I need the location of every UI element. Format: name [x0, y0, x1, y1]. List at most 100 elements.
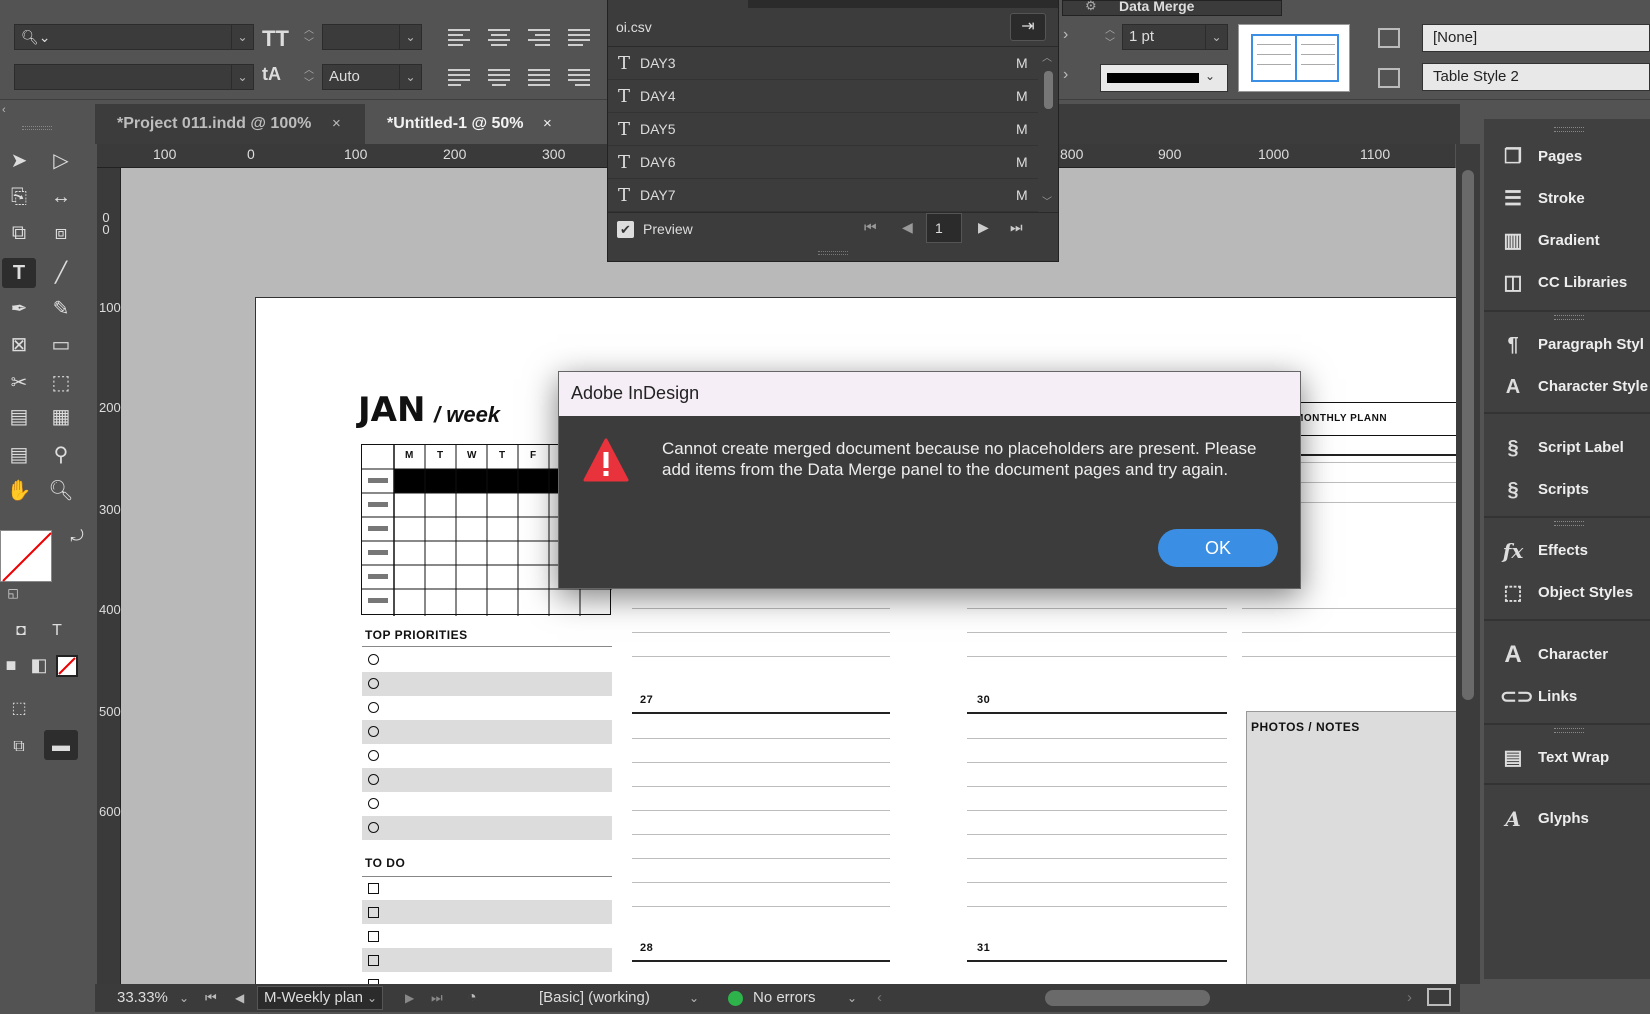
leading-field[interactable]: Auto ⌄ — [322, 64, 422, 90]
priority-checkbox[interactable] — [368, 798, 379, 809]
todo-checkbox[interactable] — [368, 883, 379, 894]
tab-project-011[interactable]: *Project 011.indd @ 100% × — [95, 104, 365, 144]
record-number-field[interactable]: 1 — [926, 213, 962, 243]
create-merged-document-icon[interactable]: ⇥ — [1010, 13, 1046, 41]
close-icon[interactable]: × — [543, 104, 552, 144]
table-cell-proxy[interactable] — [1238, 24, 1350, 92]
apply-gradient-icon[interactable]: ◧ — [22, 650, 56, 680]
priority-checkbox[interactable] — [368, 774, 379, 785]
priority-checkbox[interactable] — [368, 822, 379, 833]
align-towards-spine-icon[interactable] — [568, 26, 590, 49]
data-field-row[interactable]: T DAY3 M — [608, 47, 1038, 80]
preview-checkbox[interactable]: ✔ — [617, 221, 634, 238]
error-count[interactable]: No errors — [753, 984, 816, 1012]
table-style-dropdown[interactable]: Table Style 2 — [1422, 63, 1650, 91]
stroke-weight-stepper[interactable]: ︿ ﹀ — [1100, 24, 1120, 52]
edit-in-layout-icon[interactable]: ⧉ — [2, 732, 36, 762]
line-tool-icon[interactable]: ╱ — [44, 258, 78, 288]
fill-swatch[interactable] — [0, 530, 52, 582]
font-size-stepper[interactable]: ︿ ﹀ — [298, 24, 320, 52]
chevron-down-icon[interactable]: ⌄ — [1205, 25, 1227, 49]
panel-effects[interactable]: fx Effects — [1484, 533, 1650, 569]
type-tool-icon[interactable]: T — [2, 258, 36, 288]
close-icon[interactable]: × — [332, 104, 341, 144]
todo-checkbox[interactable] — [368, 955, 379, 966]
chevron-right-icon[interactable]: › — [1063, 26, 1068, 44]
chevron-down-icon[interactable]: ⌄ — [847, 984, 857, 1012]
align-left-icon[interactable] — [448, 26, 470, 49]
justify-all-icon[interactable] — [528, 66, 550, 89]
chevron-down-icon[interactable]: ⌄ — [367, 984, 377, 1012]
last-page-icon[interactable]: ⏭ — [431, 984, 443, 1012]
priority-checkbox[interactable] — [368, 726, 379, 737]
priority-checkbox[interactable] — [368, 654, 379, 665]
zoom-level[interactable]: 33.33% — [117, 984, 168, 1012]
apply-none-icon[interactable] — [56, 655, 78, 677]
data-field-row[interactable]: T DAY7 M — [608, 179, 1038, 212]
previous-page-icon[interactable]: ◀ — [235, 984, 244, 1012]
chevron-up-icon[interactable]: ︿ — [1042, 49, 1052, 64]
panel-character[interactable]: A Character — [1484, 637, 1650, 673]
font-size-field[interactable]: ⌄ — [322, 24, 422, 50]
panel-character-styles[interactable]: A Character Style — [1484, 369, 1650, 405]
align-away-spine-icon[interactable] — [568, 66, 590, 89]
open-page-icon[interactable]: ◔ — [467, 984, 477, 1012]
priority-checkbox[interactable] — [368, 750, 379, 761]
scroll-right-icon[interactable]: › — [1407, 984, 1412, 1012]
panel-links[interactable]: ⊂⊃ Links — [1484, 679, 1650, 715]
preview-mode-icon[interactable]: ▬ — [44, 730, 78, 760]
scissors-tool-icon[interactable]: ✂ — [2, 368, 36, 398]
priority-checkbox[interactable] — [368, 702, 379, 713]
rectangle-tool-icon[interactable]: ▭ — [44, 330, 78, 360]
chevron-down-icon[interactable]: ⌄ — [231, 65, 253, 89]
zoom-tool-icon[interactable]: 🔍︎ — [44, 476, 78, 506]
preflight-profile[interactable]: [Basic] (working) — [539, 984, 650, 1012]
panel-paragraph-styles[interactable]: ¶ Paragraph Styl — [1484, 327, 1650, 363]
panel-text-wrap[interactable]: ▤ Text Wrap — [1484, 740, 1650, 776]
leading-stepper[interactable]: ︿ ﹀ — [298, 64, 320, 92]
font-family-field[interactable]: 🔍︎⌄ ⌄ — [14, 24, 254, 50]
data-field-row[interactable]: T DAY6 M — [608, 146, 1038, 179]
panel-scripts[interactable]: § Scripts — [1484, 472, 1650, 508]
todo-checkbox[interactable] — [368, 931, 379, 942]
chevron-down-icon[interactable]: ﹀ — [1042, 193, 1052, 208]
ok-button[interactable]: OK — [1158, 529, 1278, 567]
align-right-icon[interactable] — [528, 26, 550, 49]
panel-glyphs[interactable]: A Glyphs — [1484, 801, 1650, 837]
justify-left-icon[interactable] — [448, 66, 470, 89]
horizontal-scroll-thumb[interactable] — [1045, 990, 1210, 1006]
content-placer-icon[interactable]: ⧈ — [44, 218, 78, 248]
selection-tool-icon[interactable]: ➤ — [2, 146, 36, 176]
stroke-weight-field[interactable]: 1 pt ⌄ — [1122, 24, 1228, 50]
swap-fill-stroke-icon[interactable]: ⤾ — [60, 522, 94, 552]
field-list-scrollbar[interactable]: ︿ ﹀ — [1040, 49, 1056, 209]
gradient-swatch-tool-icon[interactable]: ▤ — [2, 402, 36, 432]
content-collector-icon[interactable]: ⧉ — [2, 218, 36, 248]
gap-tool-icon[interactable]: ↔ — [44, 182, 78, 212]
first-page-icon[interactable]: ⏮ — [205, 984, 217, 1012]
panel-gradient[interactable]: ▥ Gradient — [1484, 223, 1650, 259]
data-merge-tab[interactable]: ⚙ Data Merge — [1062, 0, 1282, 16]
chevron-down-icon[interactable]: ⌄ — [689, 984, 699, 1012]
data-field-row[interactable]: T DAY5 M — [608, 113, 1038, 146]
scroll-thumb[interactable] — [1044, 71, 1053, 109]
todo-checkbox[interactable] — [368, 907, 379, 918]
direct-selection-tool-icon[interactable]: ▷ — [44, 146, 78, 176]
formatting-container-icon[interactable]: ◘ — [4, 616, 38, 646]
pencil-tool-icon[interactable]: ✎ — [44, 294, 78, 324]
priority-checkbox[interactable] — [368, 678, 379, 689]
next-record-icon[interactable]: ▶ — [978, 219, 989, 236]
previous-record-icon[interactable]: ◀ — [902, 219, 913, 236]
panel-script-label[interactable]: § Script Label — [1484, 430, 1650, 466]
split-window-icon[interactable] — [1427, 988, 1451, 1006]
vertical-scrollbar[interactable] — [1456, 144, 1480, 984]
justify-center-icon[interactable] — [488, 66, 510, 89]
last-record-icon[interactable]: ⏭ — [1010, 219, 1023, 236]
eyedropper-tool-icon[interactable]: ⚲ — [44, 440, 78, 470]
gradient-feather-tool-icon[interactable]: ▦ — [44, 402, 78, 432]
panel-cc-libraries[interactable]: ◫ CC Libraries — [1484, 265, 1650, 301]
pen-tool-icon[interactable]: ✒ — [2, 294, 36, 324]
page-selector[interactable]: M-Weekly plan — [257, 986, 383, 1010]
scroll-left-icon[interactable]: ‹ — [877, 984, 882, 1012]
free-transform-tool-icon[interactable]: ⬚ — [44, 368, 78, 398]
